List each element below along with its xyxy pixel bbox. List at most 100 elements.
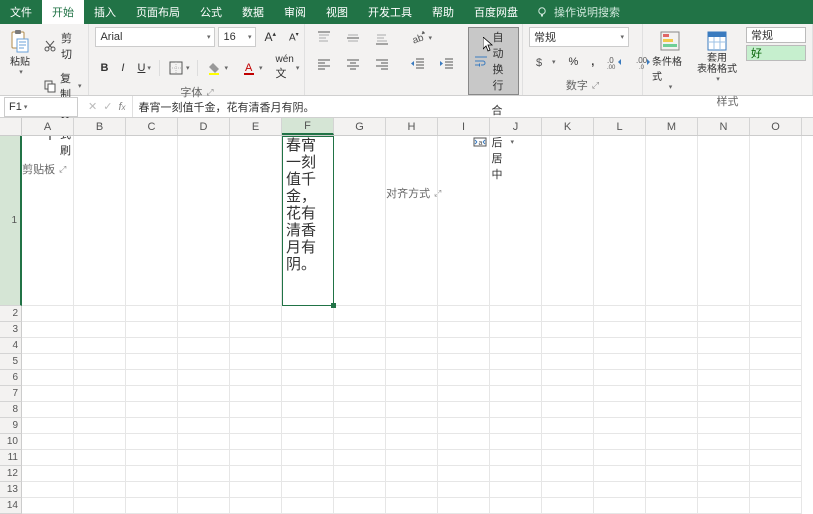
cell[interactable] (22, 482, 74, 498)
cell[interactable] (386, 434, 438, 450)
cell[interactable] (282, 498, 334, 514)
tab-view[interactable]: 视图 (316, 0, 358, 24)
cell[interactable] (282, 386, 334, 402)
cell[interactable] (126, 338, 178, 354)
cell[interactable] (750, 136, 802, 306)
grid[interactable]: 1234567891011121314 (0, 136, 813, 514)
cell[interactable] (282, 482, 334, 498)
cell[interactable] (646, 338, 698, 354)
cell[interactable] (698, 418, 750, 434)
cell[interactable] (22, 354, 74, 370)
cell[interactable] (698, 354, 750, 370)
cell[interactable] (594, 402, 646, 418)
cancel-icon[interactable]: ✕ (88, 100, 97, 113)
cell[interactable] (282, 434, 334, 450)
cell[interactable] (750, 370, 802, 386)
bold-button[interactable]: B (95, 59, 113, 77)
cell[interactable] (594, 354, 646, 370)
dialog-launcher-icon[interactable]: ⤢ (592, 80, 599, 91)
row-header-9[interactable]: 9 (0, 418, 22, 434)
cell[interactable] (230, 386, 282, 402)
cell[interactable] (750, 402, 802, 418)
cell[interactable] (178, 482, 230, 498)
cell[interactable] (542, 338, 594, 354)
cell[interactable] (74, 306, 126, 322)
borders-button[interactable]: ▾ (163, 57, 195, 79)
cell[interactable] (178, 434, 230, 450)
cell[interactable] (542, 418, 594, 434)
cell[interactable] (646, 306, 698, 322)
format-as-table-button[interactable]: 套用 表格格式▾ (694, 27, 740, 85)
cell[interactable] (22, 338, 74, 354)
col-header-C[interactable]: C (126, 118, 178, 135)
cell[interactable] (490, 482, 542, 498)
cell[interactable] (386, 498, 438, 514)
cell[interactable] (542, 354, 594, 370)
cell[interactable] (230, 306, 282, 322)
cell[interactable] (178, 498, 230, 514)
tab-netdisk[interactable]: 百度网盘 (464, 0, 528, 24)
tab-developer[interactable]: 开发工具 (358, 0, 422, 24)
row-header-6[interactable]: 6 (0, 370, 22, 386)
cell[interactable] (22, 418, 74, 434)
cell[interactable] (334, 402, 386, 418)
tell-me[interactable]: 操作说明搜索 (534, 0, 620, 24)
cell[interactable] (490, 322, 542, 338)
cell[interactable] (438, 434, 490, 450)
cut-button[interactable]: 剪切 (38, 27, 87, 65)
cell[interactable] (646, 418, 698, 434)
decrease-font-button[interactable]: A▾ (284, 28, 304, 46)
row-header-1[interactable]: 1 (0, 136, 22, 306)
cell[interactable] (542, 370, 594, 386)
row-header-11[interactable]: 11 (0, 450, 22, 466)
cell[interactable] (438, 306, 490, 322)
cell[interactable] (126, 354, 178, 370)
cell[interactable] (334, 466, 386, 482)
cell[interactable] (74, 498, 126, 514)
cell[interactable] (490, 386, 542, 402)
cell[interactable] (334, 338, 386, 354)
cell[interactable] (282, 418, 334, 434)
align-center-button[interactable] (340, 53, 366, 75)
align-right-button[interactable] (369, 53, 395, 75)
fx-icon[interactable]: fx (118, 101, 125, 113)
cell[interactable] (334, 482, 386, 498)
cell[interactable] (438, 370, 490, 386)
cell[interactable] (490, 434, 542, 450)
row-header-3[interactable]: 3 (0, 322, 22, 338)
conditional-format-button[interactable]: 条件格式▾ (649, 27, 690, 93)
cell[interactable] (126, 136, 178, 306)
cell[interactable] (334, 498, 386, 514)
underline-button[interactable]: U▾ (132, 59, 155, 77)
cell[interactable] (594, 450, 646, 466)
cell[interactable] (542, 322, 594, 338)
cell[interactable] (594, 434, 646, 450)
col-header-B[interactable]: B (74, 118, 126, 135)
decrease-indent-button[interactable] (405, 53, 431, 75)
cell[interactable] (646, 498, 698, 514)
cell[interactable] (646, 354, 698, 370)
cell[interactable] (594, 466, 646, 482)
font-name-combo[interactable]: Arial ▾ (95, 27, 215, 47)
cell[interactable] (542, 386, 594, 402)
cell[interactable] (22, 434, 74, 450)
cell[interactable] (750, 386, 802, 402)
cell[interactable] (646, 466, 698, 482)
cell[interactable] (698, 136, 750, 306)
cell[interactable] (22, 402, 74, 418)
cell[interactable] (230, 418, 282, 434)
cell[interactable] (178, 466, 230, 482)
cell[interactable] (438, 136, 490, 306)
cell[interactable] (646, 450, 698, 466)
cell[interactable] (646, 322, 698, 338)
cell[interactable] (22, 370, 74, 386)
cell[interactable] (542, 482, 594, 498)
cell[interactable] (698, 402, 750, 418)
cell[interactable] (698, 386, 750, 402)
cell[interactable] (126, 306, 178, 322)
cell[interactable] (334, 418, 386, 434)
cell[interactable] (282, 466, 334, 482)
cell[interactable] (386, 322, 438, 338)
tab-help[interactable]: 帮助 (422, 0, 464, 24)
increase-font-button[interactable]: A▴ (259, 27, 281, 47)
